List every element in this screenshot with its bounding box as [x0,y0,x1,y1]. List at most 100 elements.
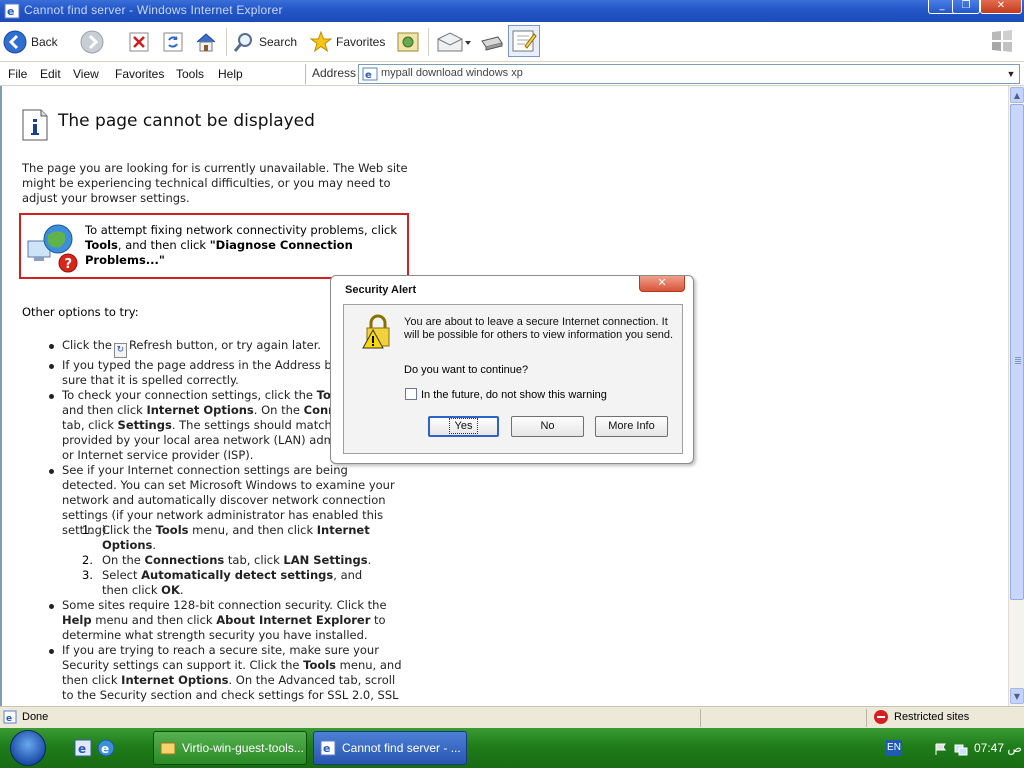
star-icon [310,31,332,53]
window-title: Cannot find server - Windows Internet Ex… [24,3,283,17]
search-icon [233,33,252,52]
info-page-icon [22,109,48,141]
no-button[interactable]: No [511,416,584,437]
back-label: Back [31,35,58,49]
search-label: Search [259,35,298,49]
restore-button[interactable]: ❐ [952,0,980,14]
edit-button[interactable] [508,25,540,57]
dialog-message: You are about to leave a secure Internet… [404,316,674,341]
menu-favorites[interactable]: Favorites [115,67,164,81]
bullet-dot [49,469,54,474]
scroll-thumb[interactable] [1010,104,1024,600]
start-button[interactable] [10,730,46,766]
vertical-scrollbar[interactable]: ▲ ▼ [1008,86,1024,706]
task-virtio[interactable]: Virtio-win-guest-tools... [153,731,307,765]
options-heading: Other options to try: [22,305,139,319]
step-number: 3. [82,568,93,582]
step-number: 2. [82,553,93,567]
dont-show-label[interactable]: In the future, do not show this warning [421,389,607,401]
ie-task-icon: e [320,740,336,756]
refresh-mini-icon: ↻ [113,343,127,358]
network-globe-icon: ? [27,224,78,273]
warning-lock-icon [362,314,390,349]
edit-page-icon [512,30,537,52]
dialog-title: Security Alert [345,284,417,296]
close-window-button[interactable]: ✕ [980,0,1022,14]
mail-button[interactable] [436,27,472,57]
refresh-button[interactable] [162,27,184,57]
step-item: On the Connections tab, click LAN Settin… [102,553,372,567]
home-button[interactable] [194,27,218,57]
diagnose-text: To attempt fixing network connectivity p… [85,223,398,267]
printer-icon [481,36,503,51]
menu-tools[interactable]: Tools [176,67,204,81]
bullet-dot [49,364,54,369]
toolbar-separator [428,28,429,56]
address-field[interactable]: e mypall download windows xp ▼ [358,64,1020,84]
quicklaunch-browser-icon[interactable]: e [97,739,115,757]
yes-label: Yes [448,418,479,434]
ie-logo-icon: e [4,3,20,19]
history-icon [397,32,419,52]
page-icon: e [362,67,378,81]
page-title: The page cannot be displayed [58,111,315,131]
tray-network-icon[interactable] [954,742,968,756]
toolbar-separator [226,28,227,56]
list-item: Some sites require 128-bit connection se… [62,598,387,642]
svg-text:?: ? [65,257,73,272]
status-divider [700,709,701,727]
dont-show-checkbox[interactable] [405,388,417,400]
svg-text:e: e [101,742,109,756]
folder-icon [160,742,176,755]
quicklaunch-ie-icon[interactable]: e [74,739,92,757]
status-text: Done [22,711,49,723]
refresh-icon [163,32,183,52]
restricted-zone-icon [874,710,888,724]
stop-icon [129,32,149,52]
svg-text:e: e [78,742,86,756]
address-dropdown-icon[interactable]: ▼ [1003,65,1019,83]
status-bar: e Done Restricted sites [0,706,1024,728]
zone-text: Restricted sites [894,711,970,723]
favorites-button[interactable]: Favorites [310,27,385,57]
home-icon [196,33,216,52]
page-done-icon: e [3,710,17,724]
task-virtio-label: Virtio-win-guest-tools... [182,741,304,755]
bullet-dot [49,649,54,654]
title-bar[interactable]: e Cannot find server - Windows Internet … [0,0,1024,22]
history-button[interactable] [396,27,420,57]
intro-text: The page you are looking for is currentl… [22,161,408,205]
taskbar: e e Virtio-win-guest-tools... e Cannot f… [0,728,1024,768]
search-button[interactable]: Search [233,27,297,57]
dialog-close-button[interactable]: ✕ [639,276,685,292]
svg-text:e: e [323,742,330,755]
tray-flag-icon[interactable] [934,742,948,756]
task-ie[interactable]: e Cannot find server - ... [313,731,467,765]
scroll-down-arrow-icon[interactable]: ▼ [1010,688,1024,704]
forward-arrow-icon [80,30,104,54]
stop-button[interactable] [128,27,150,57]
more-info-button[interactable]: More Info [595,416,668,437]
back-button[interactable]: Back [3,27,58,57]
svg-text:e: e [7,5,14,18]
menu-bar: File Edit View Favorites Tools Help Addr… [0,62,1024,86]
favorites-label: Favorites [336,35,386,49]
language-indicator[interactable]: EN [886,740,902,756]
yes-button[interactable]: Yes [428,416,499,437]
menu-edit[interactable]: Edit [40,67,61,81]
bullet-dot [49,344,54,349]
address-label: Address [312,66,357,80]
menu-help[interactable]: Help [218,67,243,81]
menu-view[interactable]: View [73,67,99,81]
step-number: 1. [82,523,93,537]
task-ie-label: Cannot find server - ... [342,741,461,755]
toolbar: Back Search Favorites [0,22,1024,62]
print-button[interactable] [478,27,504,57]
windows-logo-icon [988,26,1016,56]
status-divider [866,709,867,727]
forward-button[interactable] [80,27,104,57]
menu-file[interactable]: File [8,67,27,81]
back-arrow-icon [3,30,27,54]
list-item: If you are trying to reach a secure site… [62,643,402,702]
scroll-up-arrow-icon[interactable]: ▲ [1010,87,1024,103]
